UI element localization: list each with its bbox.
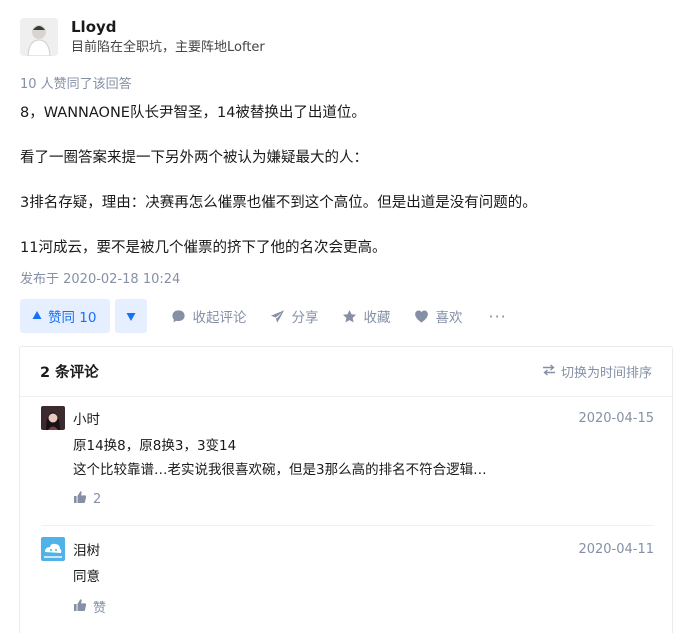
- comment-like-count: 2: [93, 491, 102, 507]
- voters-count[interactable]: 10 人赞同了该回答: [20, 73, 132, 92]
- commenter-name[interactable]: 小时: [73, 408, 100, 428]
- switch-sort-label: 切换为时间排序: [560, 366, 652, 381]
- author-headline: 目前陷在全职坑，主要阵地Lofter: [71, 40, 265, 55]
- comments-header: 2 条评论 切换为时间排序: [20, 347, 672, 397]
- triangle-down-icon: [126, 307, 136, 326]
- collapse-comments-label: 收起评论: [192, 310, 247, 326]
- answer-paragraph: 看了一圈答案来提一下另外两个被认为嫌疑最大的人：: [20, 150, 368, 166]
- author-avatar[interactable]: [20, 18, 58, 56]
- comment-line: 同意: [73, 569, 100, 585]
- favorite-label: 收藏: [363, 310, 391, 326]
- answer-paragraph: 3排名存疑，理由：决赛再怎么催票也催不到这个高位。但是出道是没有问题的。: [20, 195, 537, 211]
- star-icon: [342, 309, 357, 324]
- switch-sort-button[interactable]: 切换为时间排序: [542, 362, 652, 381]
- share-button[interactable]: 分享: [270, 306, 318, 326]
- comment-like-count: 赞: [93, 601, 107, 616]
- answer-action-bar: 赞同 10 收起评论 分享 收藏 喜欢 ···: [20, 299, 507, 333]
- thumbs-up-icon: [73, 598, 87, 616]
- heart-icon: [414, 309, 429, 324]
- publish-time[interactable]: 发布于 2020-02-18 10:24: [20, 268, 180, 287]
- comment-item: 小时 2020-04-15 原14换8，原8换3，3变14 这个比较靠谱…老实说…: [41, 406, 654, 526]
- like-button[interactable]: 喜欢: [414, 306, 462, 326]
- comment-date: 2020-04-15: [578, 410, 654, 426]
- like-label: 喜欢: [435, 310, 463, 326]
- comments-panel: 2 条评论 切换为时间排序 小时 2020-04-15 原14换8，原8换3，3…: [19, 346, 673, 633]
- answer-content: 8，WANNAONE队长尹智圣，14被替换出了出道位。 看了一圈答案来提一下另外…: [20, 100, 670, 262]
- comment-item: 泪树 2020-04-11 同意 赞: [41, 537, 654, 616]
- comment-text: 同意: [73, 565, 654, 589]
- comment-date: 2020-04-11: [578, 541, 654, 557]
- comment-line: 原14换8，原8换3，3变14: [73, 438, 237, 454]
- vote-up-button[interactable]: 赞同 10: [20, 299, 111, 333]
- vote-down-button[interactable]: [115, 299, 148, 333]
- comment-text: 原14换8，原8换3，3变14 这个比较靠谱…老实说我很喜欢碗，但是3那么高的排…: [73, 434, 654, 482]
- favorite-button[interactable]: 收藏: [342, 306, 390, 326]
- swap-arrows-icon: [542, 363, 556, 381]
- thumbs-up-icon: [73, 490, 87, 508]
- answer-paragraph: 8，WANNAONE队长尹智圣，14被替换出了出道位。: [20, 105, 366, 121]
- comments-count: 2 条评论: [40, 365, 99, 381]
- comment-like-button[interactable]: 2: [73, 490, 654, 508]
- comment-line: 这个比较靠谱…老实说我很喜欢碗，但是3那么高的排名不符合逻辑…: [73, 462, 487, 478]
- answer-paragraph: 11河成云，要不是被几个催票的挤下了他的名次会更高。: [20, 240, 387, 256]
- commenter-name[interactable]: 泪树: [73, 539, 100, 559]
- comment-like-button[interactable]: 赞: [73, 597, 654, 616]
- answer-author: Lloyd 目前陷在全职坑，主要阵地Lofter: [20, 14, 265, 60]
- collapse-comments-button[interactable]: 收起评论: [171, 306, 246, 326]
- commenter-avatar[interactable]: [41, 537, 65, 561]
- share-label: 分享: [291, 310, 319, 326]
- more-options-button[interactable]: ···: [488, 307, 506, 326]
- author-name[interactable]: Lloyd: [71, 16, 265, 38]
- share-plane-icon: [270, 309, 285, 324]
- commenter-avatar[interactable]: [41, 406, 65, 430]
- vote-up-label: 赞同 10: [48, 310, 97, 326]
- comment-bubble-icon: [171, 309, 186, 324]
- triangle-up-icon: [32, 308, 42, 324]
